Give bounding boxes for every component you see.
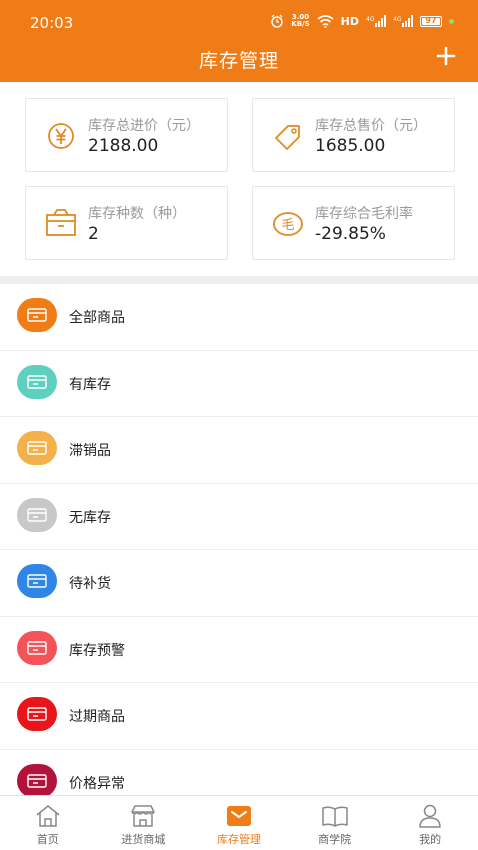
yen-coin-icon [48, 123, 74, 149]
status-bar: 20:03 3.00 KB/S HD 4G 4G 97 [0, 0, 478, 40]
summary-value: -29.85% [315, 224, 386, 244]
list-item-label: 价格异常 [69, 775, 125, 792]
summary-card-total-price[interactable]: 库存总售价（元） 1685.00 [252, 98, 455, 172]
summary-label: 库存综合毛利率 [315, 206, 413, 222]
signal-icon: 4G [366, 15, 386, 27]
book-icon [321, 806, 348, 827]
app-header: 20:03 3.00 KB/S HD 4G 4G 97 库存管理 [0, 0, 478, 82]
category-badge-icon [17, 298, 57, 332]
tab-store[interactable]: 进货商城 [96, 796, 192, 850]
category-badge-icon [17, 431, 57, 465]
tab-academy[interactable]: 商学院 [287, 796, 383, 850]
list-item-label: 待补货 [69, 576, 111, 592]
mao-coin-icon: 毛 [273, 212, 303, 236]
svg-text:4G: 4G [393, 16, 402, 23]
svg-text:4G: 4G [366, 16, 375, 23]
status-icons: 3.00 KB/S HD 4G 4G 97 [270, 14, 454, 28]
summary-card-sku-count[interactable]: 库存种数（种） 2 [25, 186, 228, 260]
signal-icon: 4G [393, 15, 413, 27]
list-item-label: 全部商品 [69, 310, 125, 326]
tab-label: 首页 [36, 833, 59, 846]
charging-dot [449, 18, 454, 24]
home-icon [36, 805, 60, 827]
summary-label: 库存种数（种） [88, 206, 186, 222]
hd-indicator: HD [340, 14, 359, 28]
list-item[interactable]: 无库存 [0, 484, 478, 550]
summary-label: 库存总售价（元） [315, 118, 427, 134]
list-item-label: 有库存 [69, 376, 111, 393]
tab-label: 商学院 [318, 833, 352, 846]
alarm-icon [271, 14, 283, 28]
price-tag-icon [275, 125, 300, 150]
list-item[interactable]: 库存预警 [0, 617, 478, 683]
battery-level: 97 [425, 15, 437, 25]
list-item-label: 滞销品 [69, 443, 111, 459]
category-badge-icon [17, 497, 57, 532]
summary-value: 2 [88, 224, 99, 244]
category-badge-icon [17, 364, 57, 399]
section-divider [0, 276, 478, 284]
tab-home[interactable]: 首页 [0, 796, 96, 850]
network-speed: 3.00 KB/S [291, 13, 310, 28]
list-item-label: 过期商品 [69, 709, 125, 725]
tab-inventory[interactable]: 库存管理 [191, 796, 287, 850]
user-icon [419, 804, 441, 828]
category-badge-icon [17, 564, 57, 598]
list-item-label: 无库存 [69, 509, 111, 526]
bottom-tab-bar: 首页 进货商城 库存管理 商学院 我的 [0, 795, 478, 850]
battery-icon: 97 [420, 15, 442, 27]
category-badge-icon [17, 630, 57, 665]
tab-label: 进货商城 [121, 833, 166, 846]
tab-profile[interactable]: 我的 [382, 796, 478, 850]
status-time: 20:03 [30, 14, 74, 32]
inventory-summary: 库存总进价（元） 2188.00 库存总售价（元） 1685.00 库存种数（种… [0, 82, 478, 276]
summary-value: 2188.00 [88, 136, 159, 156]
wifi-icon [317, 14, 334, 28]
category-badge-icon [17, 763, 57, 798]
box-icon [46, 209, 76, 236]
inventory-icon [226, 806, 251, 826]
svg-text:毛: 毛 [281, 218, 294, 233]
list-item[interactable]: 全部商品 [0, 284, 478, 351]
list-item[interactable]: 过期商品 [0, 683, 478, 750]
tab-label: 我的 [419, 833, 442, 846]
summary-card-total-cost[interactable]: 库存总进价（元） 2188.00 [25, 98, 228, 172]
summary-card-margin[interactable]: 毛 库存综合毛利率 -29.85% [252, 186, 455, 260]
store-icon [131, 805, 156, 827]
category-badge-icon [17, 697, 57, 731]
summary-value: 1685.00 [315, 136, 386, 156]
list-item[interactable]: 待补货 [0, 550, 478, 617]
category-list: 全部商品 有库存 滞销品 无库存 待补货 库存预警 过期商品 价格异常 [0, 284, 478, 816]
plus-icon[interactable] [434, 44, 458, 68]
list-item-label: 库存预警 [69, 642, 125, 659]
page-title: 库存管理 [198, 50, 279, 72]
summary-label: 库存总进价（元） [88, 118, 200, 134]
list-item[interactable]: 滞销品 [0, 417, 478, 484]
list-item[interactable]: 有库存 [0, 351, 478, 417]
tab-label: 库存管理 [216, 833, 261, 846]
